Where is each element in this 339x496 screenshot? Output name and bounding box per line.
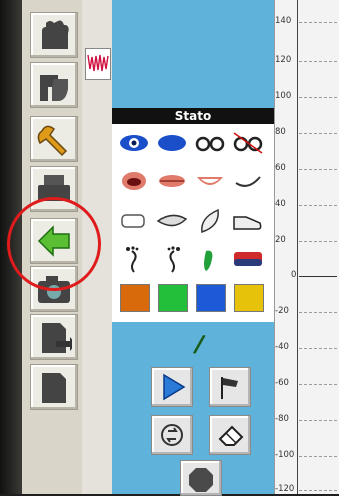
eye-closed-icon (158, 135, 186, 151)
thumbnail-image[interactable] (85, 48, 111, 80)
ruler-label: 140 (275, 16, 292, 26)
grid-line (299, 348, 337, 349)
eraser-cell[interactable] (230, 244, 266, 274)
eye-closed-cell[interactable] (154, 128, 190, 158)
state-panel-title: Stato (112, 108, 274, 124)
mouth-closed-cell[interactable] (154, 166, 190, 196)
vertical-ruler: 140 120 100 80 60 40 20 0 -20 -40 -60 -8… (274, 0, 339, 494)
eye-open-icon (120, 135, 148, 151)
hand-icon (42, 20, 69, 49)
glasses-crossed-icon (233, 132, 263, 154)
grid-line (299, 420, 337, 421)
eraser-tool-icon (218, 425, 244, 446)
state-grid (112, 124, 274, 322)
glasses-crossed-cell[interactable] (230, 128, 266, 158)
ruler-label: -40 (275, 342, 289, 352)
glasses-cell[interactable] (192, 128, 228, 158)
refresh-button[interactable] (151, 415, 193, 455)
ruler-label: 0 (291, 270, 297, 280)
ruler-label: -20 (275, 306, 289, 316)
mouth-closed-icon (159, 175, 185, 187)
color-swatch-green[interactable] (158, 284, 188, 312)
grid-line (299, 384, 337, 385)
glasses-icon (195, 136, 225, 152)
grid-line (299, 456, 337, 457)
ruler-label: -120 (275, 484, 295, 494)
page-arrow-icon (42, 323, 72, 353)
grid-line (299, 205, 337, 206)
export-page-button[interactable] (30, 314, 78, 360)
mouth-line-icon (235, 176, 261, 187)
bandage-icon (121, 214, 145, 228)
footprint-left-icon (126, 246, 139, 273)
page-button[interactable] (30, 364, 78, 410)
stop-button[interactable] (180, 460, 222, 496)
grid-line (299, 241, 337, 242)
sole-icon (156, 214, 188, 227)
flag-icon (221, 377, 238, 399)
ruler-label: 100 (275, 91, 292, 101)
hand-flag-button[interactable] (30, 62, 78, 108)
wrench-icon (37, 125, 68, 157)
grid-line (299, 312, 337, 313)
grid-line (299, 133, 337, 134)
ruler-label: -80 (275, 414, 289, 424)
flag-button[interactable] (209, 367, 251, 407)
mouth-smile-icon (197, 177, 223, 185)
shoe-cell[interactable] (230, 206, 266, 236)
bandage-cell[interactable] (116, 206, 152, 236)
grid-line (299, 169, 337, 170)
color-swatch-blue[interactable] (196, 284, 226, 312)
mouth-open-icon (122, 172, 146, 190)
leaf-cell[interactable] (192, 206, 228, 236)
waveform-thumbnail-icon (86, 49, 110, 79)
mouth-smile-cell[interactable] (192, 166, 228, 196)
grid-line (299, 490, 337, 491)
play-button[interactable] (151, 367, 193, 407)
play-icon (163, 373, 186, 401)
ruler-label: 40 (275, 199, 286, 209)
sole-cell[interactable] (154, 206, 190, 236)
stop-icon (189, 468, 213, 492)
ruler-label: 80 (275, 127, 286, 137)
highlight-circle (7, 197, 101, 291)
page-icon (42, 373, 66, 403)
ruler-label: -100 (275, 450, 295, 460)
ruler-label: 120 (275, 55, 292, 65)
eraser-icon (234, 252, 262, 266)
color-swatch-yellow[interactable] (234, 284, 264, 312)
hand-flag-icon (40, 75, 68, 101)
footprint-right-cell[interactable] (154, 244, 190, 274)
grid-line (299, 97, 337, 98)
clear-button[interactable] (209, 415, 251, 455)
eye-open-cell[interactable] (116, 128, 152, 158)
ruler-label: 20 (275, 235, 286, 245)
color-swatch-orange[interactable] (120, 284, 150, 312)
footprint-right-icon (167, 246, 180, 273)
vertical-axis-line (297, 0, 298, 494)
leaf-icon (201, 208, 219, 233)
mouth-open-cell[interactable] (116, 166, 152, 196)
grid-line (299, 22, 337, 23)
ruler-label: -60 (275, 378, 289, 388)
zero-axis-line (299, 276, 337, 277)
refresh-icon (161, 424, 183, 446)
mouth-line-cell[interactable] (230, 166, 266, 196)
hand-button[interactable] (30, 12, 78, 58)
ruler-label: 60 (275, 163, 286, 173)
footprint-left-cell[interactable] (116, 244, 152, 274)
grid-line (299, 61, 337, 62)
green-footprint-cell[interactable] (192, 244, 228, 274)
shoe-icon (233, 216, 262, 230)
settings-button[interactable] (30, 116, 78, 162)
green-footprint-icon (204, 250, 213, 271)
